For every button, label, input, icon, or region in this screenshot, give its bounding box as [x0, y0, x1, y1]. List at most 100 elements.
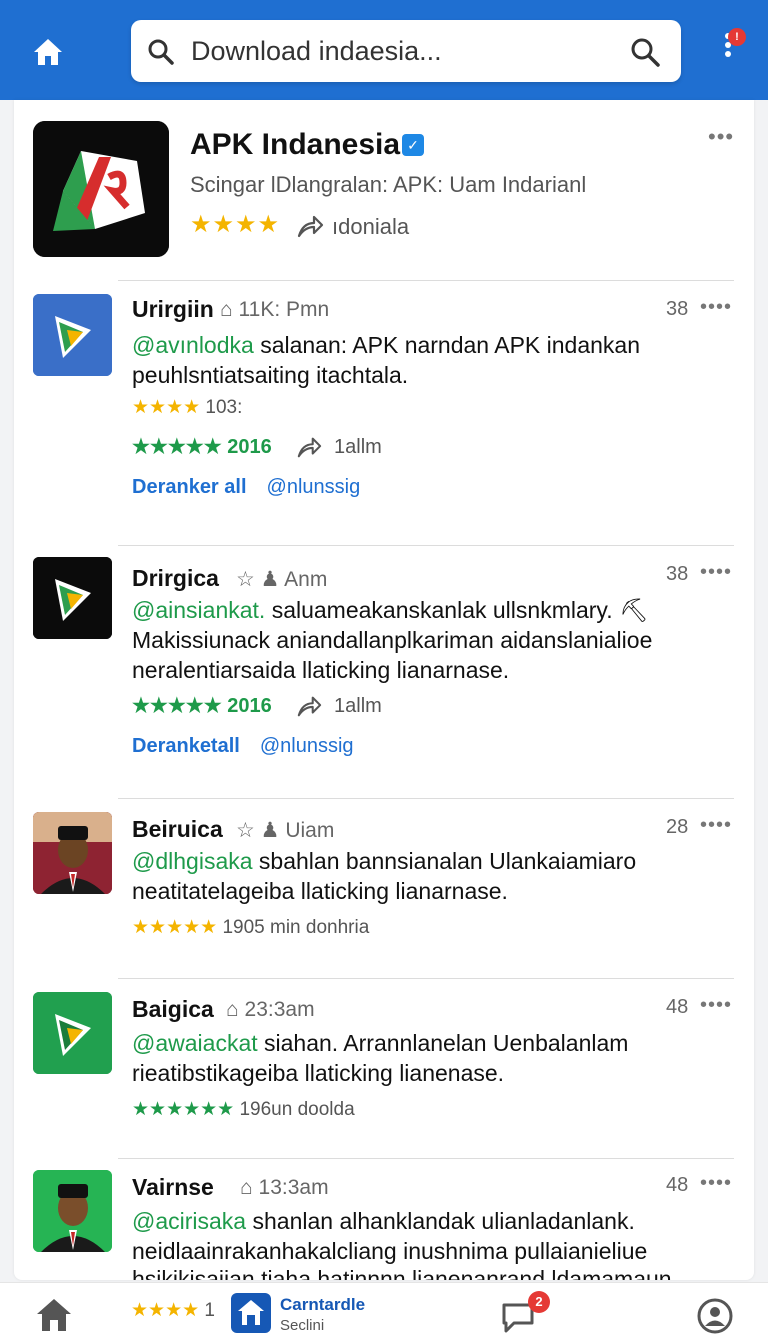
avatar[interactable]: [33, 1170, 112, 1252]
post-timestamp: Uiam: [285, 819, 335, 842]
green-stars: ★★★★★★: [132, 1099, 235, 1120]
post-text-line: saluameakanskanlak ullsnkmlary. ⛏: [265, 597, 649, 623]
post-rating: ★★★★ 103:: [132, 396, 242, 419]
share-icon[interactable]: [296, 693, 322, 719]
notification-badge: !: [728, 28, 746, 46]
post-count: 48: [666, 1174, 689, 1196]
post-count: 48: [666, 996, 689, 1018]
post-author[interactable]: Vairnse: [132, 1174, 214, 1201]
feed-post[interactable]: Vairnse ⌂ 13:3am 48 •••• @acirisaka shan…: [14, 1158, 754, 1280]
award-year: 2016: [227, 436, 272, 458]
post-text: rieatibstikageiba llaticking lianenase.: [132, 1060, 505, 1086]
app-title: APK Indanesia: [190, 128, 401, 161]
avatar[interactable]: [33, 992, 112, 1074]
post-meta: ⌂ 11K: Pmn: [220, 298, 330, 321]
mention-link[interactable]: @nlunssig: [260, 735, 354, 757]
post-text: neidlaainrakanhakalcliang inushnima pull…: [132, 1238, 648, 1264]
post-handle[interactable]: @acirisaka: [132, 1208, 246, 1234]
post-timestamp: 11K: Pmn: [238, 298, 330, 321]
post-count: 38: [666, 563, 689, 585]
post-timestamp: Anm: [284, 568, 328, 591]
post-meta: ☆ ♟ Uiam: [236, 819, 335, 842]
post-text-line: shanlan alhanklandak ulianladanlank.: [246, 1208, 635, 1234]
post-text-line: siahan. Arrannlanelan Uenbalanlam: [257, 1030, 629, 1056]
rating-stars: ★★★★: [132, 397, 201, 418]
feed-card: APK Indanesia ✓ Scingar lDlangralan: APK…: [14, 100, 754, 1280]
post-text: @awaiackat siahan. Arrannlanelan Uenbala…: [132, 1028, 742, 1058]
post-link[interactable]: Deranketall: [132, 735, 240, 757]
post-text: neralentiarsaida llaticking lianarnase.: [132, 657, 510, 683]
share-count: 1allm: [334, 436, 382, 458]
feed-post[interactable]: Urirgiin ⌂ 11K: Pmn 38 •••• @avınlodka s…: [14, 280, 754, 545]
search-bar[interactable]: Download indaesia...: [131, 20, 681, 82]
post-text: @avınlodka salanan: APK narndan APK inda…: [132, 330, 742, 360]
app-share-count: ıdoniala: [332, 214, 410, 239]
feed-post[interactable]: Baigica ⌂ 23:3am 48 •••• @awaiackat siah…: [14, 978, 754, 1158]
feed-post[interactable]: Beiruica ☆ ♟ Uiam 28 •••• @dlhgisaka sba…: [14, 798, 754, 978]
avatar[interactable]: [33, 557, 112, 639]
more-options-icon[interactable]: ••••: [700, 561, 732, 584]
chat-badge: 2: [528, 1291, 550, 1313]
top-app-bar: Download indaesia... !: [0, 0, 768, 100]
post-rating: ★★★★★ 1905 min donhria: [132, 916, 369, 939]
post-author[interactable]: Baigica: [132, 996, 214, 1023]
post-handle[interactable]: @ainsiankat.: [132, 597, 265, 623]
post-text: peuhlsntiatsaiting itachtala.: [132, 362, 409, 388]
app-logo-icon[interactable]: [33, 121, 169, 257]
app-rating-stars: ★★★★: [190, 211, 281, 238]
post-handle[interactable]: @dlhgisaka: [132, 848, 253, 874]
more-options-icon[interactable]: ••••: [700, 296, 732, 319]
verified-icon: ✓: [402, 134, 424, 156]
more-options-icon[interactable]: ••••: [700, 1172, 732, 1195]
search-input[interactable]: Download indaesia...: [191, 36, 442, 67]
avatar[interactable]: [33, 812, 112, 894]
rating-count: 1: [204, 1300, 215, 1321]
rating-count: 196un doolda: [239, 1099, 355, 1120]
post-author[interactable]: Beiruica: [132, 816, 223, 843]
app-shortcut-icon[interactable]: [231, 1293, 271, 1333]
post-award: ★★★★★ 2016: [132, 434, 272, 459]
post-handle[interactable]: @awaiackat: [132, 1030, 258, 1056]
post-links: Deranker all @nlunssig: [132, 476, 360, 499]
more-options-icon[interactable]: ••••: [700, 994, 732, 1017]
post-text: Makissiunack aniandallanplkariman aidans…: [132, 627, 653, 653]
post-text: @dlhgisaka sbahlan bannsianalan Ulankaia…: [132, 846, 742, 876]
post-text: @ainsiankat. saluameakanskanlak ullsnkml…: [132, 595, 742, 625]
more-options-icon[interactable]: ••••: [700, 814, 732, 837]
post-handle[interactable]: @avınlodka: [132, 332, 254, 358]
app-shortcut-subtitle: Seclini: [280, 1317, 325, 1334]
post-text: hsikikisaiian tiaha hatinnnn lianenanran…: [132, 1266, 672, 1280]
post-rating: ★★★★★★ 196un doolda: [132, 1098, 355, 1121]
post-count: 28: [666, 816, 689, 838]
share-icon[interactable]: [296, 434, 322, 460]
post-meta: ⌂ 23:3am: [226, 998, 315, 1021]
rating-count: 1905 min donhria: [222, 917, 370, 938]
bottom-nav: ★★★★ 1 Carntardle Seclini 2: [0, 1282, 768, 1344]
post-author[interactable]: Urirgiin: [132, 296, 214, 323]
post-link[interactable]: Deranker all: [132, 476, 247, 498]
rating-stars: ★★★★: [131, 1300, 200, 1321]
share-count: 1allm: [334, 695, 382, 717]
app-subtitle: Scingar lDlangralan: APK: Uam Indarianl: [190, 172, 587, 197]
more-options-icon[interactable]: •••: [708, 124, 734, 150]
post-timestamp: 23:3am: [244, 998, 315, 1021]
bottom-rating: ★★★★ 1: [131, 1299, 215, 1322]
home-icon[interactable]: [34, 1295, 74, 1335]
post-meta: ☆ ♟ Anm: [236, 568, 328, 591]
search-submit-icon[interactable]: [629, 36, 661, 68]
award-year: 2016: [227, 695, 272, 717]
post-author[interactable]: Drirgica: [132, 565, 219, 592]
post-links: Deranketall @nlunssig: [132, 735, 354, 758]
app-header: APK Indanesia ✓ Scingar lDlangralan: APK…: [14, 100, 754, 280]
green-stars: ★★★★★: [132, 695, 222, 717]
feed-post[interactable]: Drirgica ☆ ♟ Anm 38 •••• @ainsiankat. sa…: [14, 545, 754, 798]
mention-link[interactable]: @nlunssig: [267, 476, 361, 498]
avatar[interactable]: [33, 294, 112, 376]
profile-icon[interactable]: [696, 1297, 734, 1335]
share-icon[interactable]: [296, 212, 324, 240]
green-stars: ★★★★★: [132, 436, 222, 458]
post-text: neatitatelageiba llaticking lianarnase.: [132, 878, 508, 904]
post-meta: ⌂ 13:3am: [240, 1176, 329, 1199]
home-icon[interactable]: [26, 30, 70, 74]
app-shortcut-title[interactable]: Carntardle: [280, 1295, 365, 1315]
